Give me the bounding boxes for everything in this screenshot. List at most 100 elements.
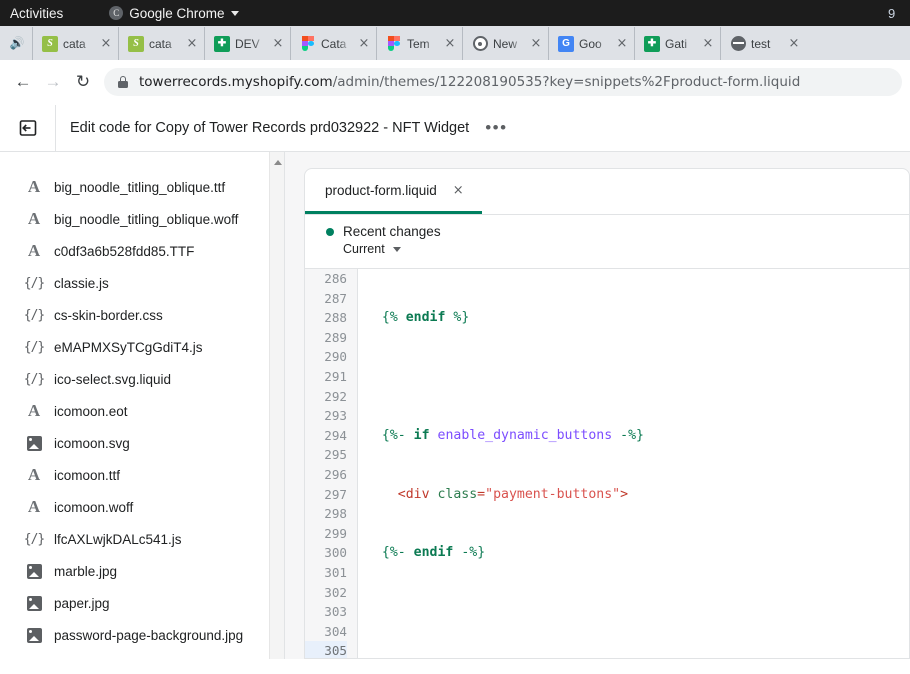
code-area[interactable]: 286 287 288 289 290 291 292 293 294 295 … (305, 269, 909, 659)
code-line: <div class="payment-buttons"> (366, 485, 909, 505)
tab-title: Cata (321, 37, 351, 51)
tab-title: test (751, 37, 781, 51)
code-icon: {/} (26, 530, 42, 548)
close-icon[interactable]: × (442, 36, 458, 52)
file-name: marble.jpg (54, 564, 117, 579)
browser-tab[interactable]: ✚ DEV × (204, 27, 290, 60)
browser-tab[interactable]: G Goo × (548, 27, 634, 60)
recent-changes-bar: Recent changes Current (305, 215, 909, 269)
more-actions-button[interactable]: ••• (485, 123, 507, 133)
browser-tab[interactable]: test × (720, 27, 806, 60)
image-icon (26, 434, 42, 452)
close-icon[interactable]: × (184, 36, 200, 52)
version-selector[interactable]: Current (343, 242, 909, 256)
code-line (366, 367, 909, 387)
browser-tab[interactable]: Cata × (290, 27, 376, 60)
scroll-up-icon[interactable] (274, 160, 282, 165)
forward-button[interactable]: → (38, 67, 68, 97)
code-icon: {/} (26, 274, 42, 292)
back-button[interactable]: ← (8, 67, 38, 97)
list-item[interactable]: A big_noodle_titling_oblique.ttf (0, 171, 284, 203)
browser-tab[interactable]: New × (462, 27, 548, 60)
google-sheets-icon: ✚ (644, 36, 660, 52)
line-number: 301 (305, 563, 347, 583)
file-list: A big_noodle_titling_oblique.ttf A big_n… (0, 152, 284, 659)
code-text[interactable]: {% endif %} {%- if enable_dynamic_button… (358, 269, 909, 659)
exit-code-editor-icon[interactable] (0, 105, 56, 152)
list-item[interactable]: {/} qikify-tmenu-data.js (0, 651, 284, 659)
list-item[interactable]: password-page-background.jpg (0, 619, 284, 651)
close-icon[interactable]: × (270, 36, 286, 52)
chevron-down-icon (393, 247, 401, 252)
globe-icon (730, 36, 746, 52)
font-icon: A (26, 498, 42, 516)
list-item[interactable]: A icomoon.eot (0, 395, 284, 427)
editor-tab-label: product-form.liquid (325, 183, 437, 198)
active-app-label: Google Chrome (129, 6, 224, 21)
lock-icon (116, 75, 130, 89)
close-icon[interactable]: × (356, 36, 372, 52)
font-icon: A (26, 242, 42, 260)
browser-tab[interactable]: S cata × (32, 27, 118, 60)
tab-title: DEV (235, 37, 265, 51)
line-number-gutter: 286 287 288 289 290 291 292 293 294 295 … (305, 269, 358, 659)
browser-tab[interactable]: ✚ Gati × (634, 27, 720, 60)
list-item[interactable]: {/} eMAPMXSyTCgGdiT4.js (0, 331, 284, 363)
file-name: cs-skin-border.css (54, 308, 163, 323)
shopify-icon: S (42, 36, 58, 52)
list-item[interactable]: A big_noodle_titling_oblique.woff (0, 203, 284, 235)
line-number: 304 (305, 622, 347, 642)
code-line: {%- if enable_dynamic_buttons -%} (366, 426, 909, 446)
line-number: 292 (305, 387, 347, 407)
close-icon[interactable]: × (528, 36, 544, 52)
list-item[interactable]: A icomoon.ttf (0, 459, 284, 491)
list-item[interactable]: {/} cs-skin-border.css (0, 299, 284, 331)
recent-changes-row: Recent changes (326, 224, 909, 239)
list-item[interactable]: A c0df3a6b528fdd85.TTF (0, 235, 284, 267)
sidebar-scrollbar[interactable] (269, 152, 284, 659)
list-item[interactable]: icomoon.svg (0, 427, 284, 459)
list-item[interactable]: paper.jpg (0, 587, 284, 619)
line-number: 289 (305, 328, 347, 348)
list-item[interactable]: {/} ico-select.svg.liquid (0, 363, 284, 395)
file-name: ico-select.svg.liquid (54, 372, 171, 387)
list-item[interactable]: marble.jpg (0, 555, 284, 587)
line-number: 291 (305, 367, 347, 387)
reload-button[interactable]: ↻ (68, 67, 98, 97)
active-app-menu[interactable]: C Google Chrome (109, 6, 238, 21)
main-content: A big_noodle_titling_oblique.ttf A big_n… (0, 152, 910, 659)
file-name: icomoon.svg (54, 436, 130, 451)
tab-title: Tem (407, 37, 437, 51)
editor-card: product-form.liquid × Recent changes Cur… (304, 168, 910, 659)
browser-tab[interactable]: Tem × (376, 27, 462, 60)
line-number: 293 (305, 406, 347, 426)
close-icon[interactable]: × (700, 36, 716, 52)
image-icon (26, 594, 42, 612)
address-bar[interactable]: towerrecords.myshopify.com/admin/themes/… (104, 68, 902, 96)
file-name: eMAPMXSyTCgGdiT4.js (54, 340, 203, 355)
chevron-down-icon (231, 11, 239, 16)
file-name: big_noodle_titling_oblique.ttf (54, 180, 225, 195)
activities-button[interactable]: Activities (10, 6, 63, 21)
code-icon: {/} (26, 658, 42, 659)
line-number: 288 (305, 308, 347, 328)
image-icon (26, 562, 42, 580)
list-item[interactable]: {/} lfcAXLwjkDALc541.js (0, 523, 284, 555)
code-icon: {/} (26, 338, 42, 356)
list-item[interactable]: A icomoon.woff (0, 491, 284, 523)
line-number: 300 (305, 543, 347, 563)
audio-indicator-icon[interactable]: 🔊 (2, 26, 32, 60)
close-icon[interactable]: × (614, 36, 630, 52)
list-item[interactable]: {/} classie.js (0, 267, 284, 299)
close-icon[interactable]: × (98, 36, 114, 52)
clock[interactable]: 9 (888, 0, 910, 26)
file-list-sidebar: A big_noodle_titling_oblique.ttf A big_n… (0, 152, 285, 659)
chrome-icon: C (109, 6, 123, 20)
tab-product-form-liquid[interactable]: product-form.liquid × (305, 169, 482, 214)
line-number: 302 (305, 583, 347, 603)
close-icon[interactable]: × (453, 183, 464, 198)
google-docs-icon: G (558, 36, 574, 52)
editor-tab-bar: product-form.liquid × (305, 169, 909, 215)
browser-tab[interactable]: S cata × (118, 27, 204, 60)
close-icon[interactable]: × (786, 36, 802, 52)
